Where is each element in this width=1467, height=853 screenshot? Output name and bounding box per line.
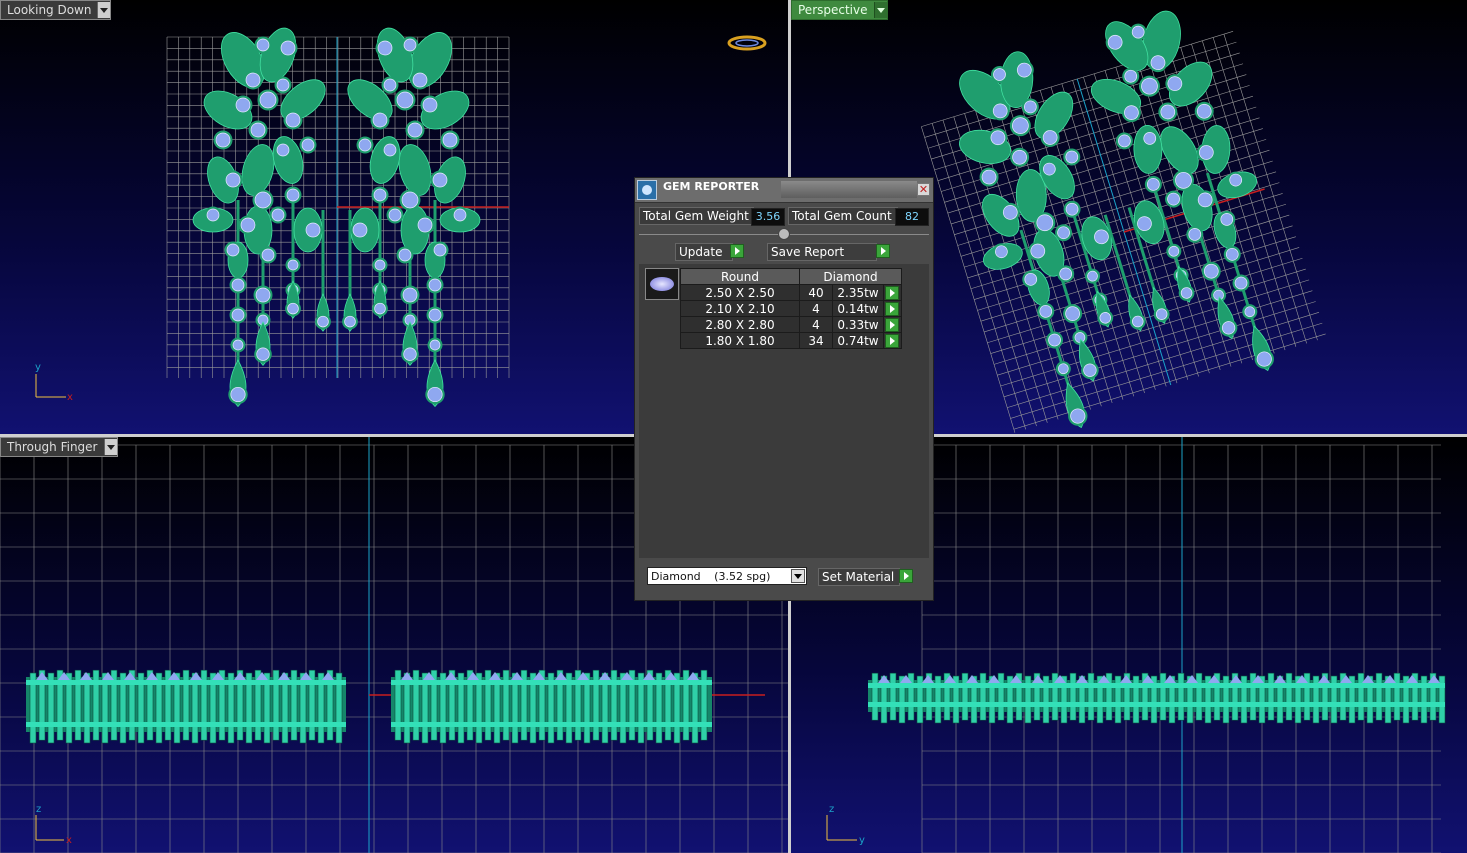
gem-count: 34	[799, 332, 833, 349]
total-gem-count-value: 82	[895, 208, 929, 226]
save-report-button[interactable]: Save Report	[767, 243, 877, 261]
gem-size: 2.10 X 2.10	[680, 300, 800, 317]
gem-reporter-panel: GEM REPORTER ✕ Total Gem Weight 3.56 Tot…	[634, 177, 934, 601]
gem-weight: 0.33tw	[832, 316, 884, 333]
column-header-material: Diamond	[799, 268, 902, 285]
dropdown-arrow-icon[interactable]	[873, 2, 887, 18]
go-arrow-icon[interactable]	[885, 318, 899, 332]
viewport-label: Through Finger	[7, 440, 98, 454]
save-report-label: Save Report	[771, 245, 845, 259]
column-header-shape: Round	[680, 268, 800, 285]
axis-gizmo: y x	[35, 362, 73, 403]
viewport-label: Looking Down	[7, 3, 92, 17]
update-label: Update	[679, 245, 723, 259]
gem-size: 2.50 X 2.50	[680, 284, 800, 301]
svg-text:x: x	[66, 835, 72, 846]
go-arrow-icon[interactable]	[885, 334, 899, 348]
table-row[interactable]: 2.50 X 2.50 40 2.35tw	[680, 284, 902, 301]
gem-shape-icon[interactable]	[645, 268, 679, 300]
material-select[interactable]: Diamond (3.52 spg)	[647, 567, 807, 585]
gem-weight: 0.74tw	[832, 332, 884, 349]
svg-text:y: y	[35, 362, 41, 373]
total-gem-count-label: Total Gem Count	[788, 207, 898, 225]
table-row[interactable]: 1.80 X 1.80 34 0.74tw	[680, 332, 902, 349]
earring-left	[192, 27, 331, 408]
gem-reporter-icon	[637, 180, 657, 200]
viewport-label: Perspective	[798, 3, 868, 17]
viewport-menu-perspective[interactable]: Perspective	[791, 0, 888, 20]
gem-count: 4	[799, 316, 833, 333]
set-material-button[interactable]: Set Material	[818, 568, 900, 586]
gem-weight: 0.14tw	[832, 300, 884, 317]
total-gem-weight-label: Total Gem Weight	[639, 207, 754, 225]
ring-gizmo-icon[interactable]	[727, 35, 767, 51]
gem-size: 1.80 X 1.80	[680, 332, 800, 349]
svg-text:y: y	[859, 835, 865, 846]
titlebar-grip[interactable]	[781, 181, 917, 198]
dropdown-arrow-icon[interactable]	[103, 439, 117, 455]
viewport-menu-through-finger[interactable]: Through Finger	[0, 437, 118, 457]
gem-count: 40	[799, 284, 833, 301]
set-material-label: Set Material	[822, 570, 895, 584]
go-arrow-icon[interactable]	[885, 286, 899, 300]
axis-gizmo: z y	[826, 804, 865, 846]
gem-count: 4	[799, 300, 833, 317]
gem-list-area: Round Diamond 2.50 X 2.50 40 2.35tw 2.10…	[639, 264, 929, 558]
axis-gizmo: z x	[35, 804, 72, 846]
divider-knob[interactable]	[778, 228, 790, 240]
gem-table: Round Diamond 2.50 X 2.50 40 2.35tw 2.10…	[680, 268, 902, 349]
material-specific-gravity: (3.52 spg)	[714, 570, 771, 583]
svg-text:x: x	[67, 392, 73, 403]
go-arrow-icon[interactable]	[885, 302, 899, 316]
material-name: Diamond	[651, 570, 701, 583]
viewport-menu-looking-down[interactable]: Looking Down	[0, 0, 112, 20]
go-arrow-icon[interactable]	[899, 569, 913, 583]
total-gem-weight-value: 3.56	[751, 208, 785, 226]
go-arrow-icon[interactable]	[730, 244, 744, 258]
gem-size: 2.80 X 2.80	[680, 316, 800, 333]
update-button[interactable]: Update	[675, 243, 733, 261]
close-icon[interactable]: ✕	[917, 183, 930, 196]
dropdown-arrow-icon[interactable]	[791, 569, 805, 583]
table-row[interactable]: 2.80 X 2.80 4 0.33tw	[680, 316, 902, 333]
gem-weight: 2.35tw	[832, 284, 884, 301]
table-row[interactable]: 2.10 X 2.10 4 0.14tw	[680, 300, 902, 317]
go-arrow-icon[interactable]	[876, 244, 890, 258]
svg-text:z: z	[829, 804, 834, 815]
panel-titlebar[interactable]: GEM REPORTER ✕	[635, 178, 933, 203]
earring-profile	[868, 672, 1446, 724]
dropdown-arrow-icon[interactable]	[97, 2, 111, 18]
earring-right	[342, 27, 481, 408]
panel-title: GEM REPORTER	[663, 180, 760, 193]
svg-text:z: z	[36, 804, 41, 815]
